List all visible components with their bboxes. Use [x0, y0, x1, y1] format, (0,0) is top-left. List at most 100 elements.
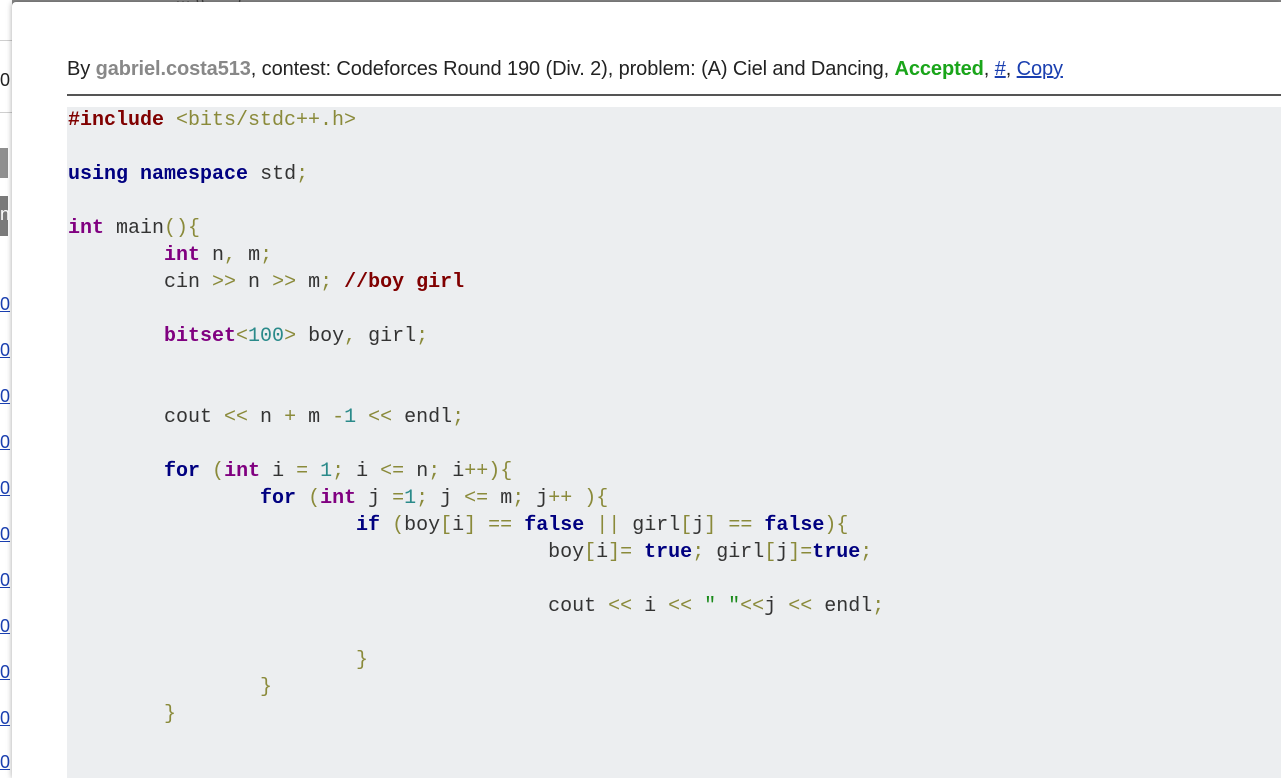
background-link[interactable]: 0	[0, 570, 10, 590]
code-token: cout	[68, 406, 225, 429]
code-token: ){	[488, 460, 513, 483]
code-token: int	[164, 244, 201, 267]
code-token: <<	[608, 595, 633, 618]
background-link[interactable]: 0	[0, 432, 10, 452]
code-token: endl	[812, 595, 873, 618]
code-token: ]	[788, 541, 801, 564]
code-line: int n, m;	[68, 242, 1281, 269]
problem-label: , problem:	[607, 58, 702, 80]
background-text: 0	[0, 70, 11, 90]
code-token: " "	[704, 595, 741, 618]
code-line: cin >> n >> m; //boy girl	[68, 269, 1281, 296]
code-token: ,	[224, 244, 237, 267]
code-token: <bits/stdc++.h>	[176, 109, 357, 132]
code-token: std	[248, 163, 297, 186]
code-token: girl	[620, 514, 681, 537]
code-line: }	[68, 647, 1281, 674]
background-link[interactable]: 0	[0, 524, 10, 544]
code-token: #include	[68, 109, 165, 132]
code-token: n	[404, 460, 429, 483]
code-token: ;	[296, 163, 309, 186]
source-code-block[interactable]: #include <bits/stdc++.h> using namespace…	[67, 107, 1281, 778]
code-token: if	[356, 514, 381, 537]
source-code-modal: By gabriel.costa513, contest: Codeforces…	[12, 2, 1281, 778]
background-link[interactable]: 0	[0, 708, 10, 728]
code-token: girl	[356, 325, 417, 348]
background-link[interactable]: 0	[0, 294, 10, 314]
code-token: m	[296, 406, 333, 429]
code-token: for	[164, 460, 201, 483]
code-token: ;	[692, 541, 705, 564]
code-token: int	[68, 217, 105, 240]
code-token: ;	[332, 460, 345, 483]
code-token: =	[800, 541, 813, 564]
background-link[interactable]: 0	[0, 616, 10, 636]
code-token: <<	[368, 406, 393, 429]
code-token: ){	[824, 514, 849, 537]
code-token: false	[764, 514, 825, 537]
background-link[interactable]: 0	[0, 340, 10, 360]
permalink-link[interactable]: #	[995, 58, 1006, 80]
author-name: gabriel.costa513	[95, 58, 251, 80]
code-line: for (int i = 1; i <= n; i++){	[68, 458, 1281, 485]
background-link[interactable]: 0	[0, 752, 10, 772]
background-link[interactable]: 0	[0, 662, 10, 682]
by-label: By	[67, 58, 96, 80]
code-line: int main(){	[68, 215, 1281, 242]
code-token: ++	[548, 487, 573, 510]
code-token: }	[356, 649, 369, 672]
code-token: [	[440, 514, 453, 537]
code-line: cout << i << " "<<j << endl;	[68, 593, 1281, 620]
code-token: =	[392, 487, 405, 510]
code-token: i	[596, 541, 609, 564]
contest-name: Codeforces Round 190 (Div. 2)	[336, 58, 608, 80]
code-token: boy	[404, 514, 441, 537]
code-token: i	[632, 595, 669, 618]
code-token: (){	[164, 217, 201, 240]
divider	[0, 40, 12, 41]
code-token: 1	[344, 406, 357, 429]
code-token: (	[308, 487, 321, 510]
code-token: namespace	[140, 163, 249, 186]
code-token: n	[200, 244, 225, 267]
code-line: }	[68, 674, 1281, 701]
code-token: cin	[68, 271, 213, 294]
code-token: >>	[272, 271, 297, 294]
code-token: ;	[512, 487, 525, 510]
code-token: i	[440, 460, 465, 483]
code-line: boy[i]= true; girl[j]=true;	[68, 539, 1281, 566]
code-token: using	[68, 163, 129, 186]
code-token: true	[812, 541, 861, 564]
problem-name: (A) Ciel and Dancing	[701, 58, 884, 80]
code-token: //boy girl	[344, 271, 465, 294]
code-token: ){	[584, 487, 609, 510]
code-token: m	[296, 271, 321, 294]
background-page: 0 n 0 0 0 0 0 0 0 0 0 0 0	[0, 0, 12, 778]
code-token: 1	[320, 460, 333, 483]
separator: ,	[983, 58, 995, 80]
copy-link[interactable]: Copy	[1017, 58, 1063, 80]
code-token: ==	[488, 514, 513, 537]
code-token: m	[236, 244, 261, 267]
submission-header: By gabriel.costa513, contest: Codeforces…	[67, 58, 1281, 84]
code-token: <<	[224, 406, 249, 429]
background-link[interactable]: 0	[0, 386, 10, 406]
background-link[interactable]: 0	[0, 478, 10, 498]
